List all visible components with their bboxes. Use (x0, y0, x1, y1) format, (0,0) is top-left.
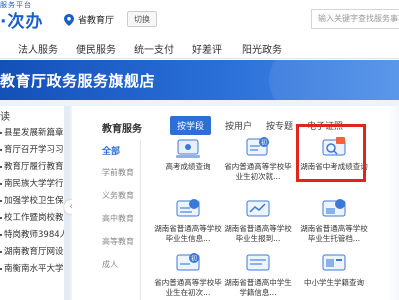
service-card-graduate-info[interactable]: 湖南省普通高等学校毕业生信息... (152, 198, 224, 248)
service-card-student-record[interactable]: 中小学生学籍查询 (298, 252, 370, 300)
location-selector[interactable]: 省教育厅 (64, 13, 114, 26)
nav-item-citizen[interactable]: 便民服务 (76, 41, 116, 56)
search-input[interactable]: 输入关键字查找服务事项 (311, 9, 399, 29)
location-pin-icon (64, 13, 74, 26)
news-item[interactable]: 南民族大学学行... (0, 177, 64, 189)
graduate-employment-icon: 初 (246, 137, 269, 156)
banner-title: 教育厅政务服务旗舰店 (0, 72, 156, 90)
service-card-highschool-record[interactable]: 湖南省普通高中学生学籍信息... (222, 252, 294, 300)
service-card-gaokao-score[interactable]: 高考成绩查询 (152, 136, 224, 186)
highlight-box (296, 124, 366, 182)
category-divider (140, 140, 141, 300)
news-heading: 读 (0, 112, 10, 123)
logo[interactable]: ·次办 (0, 7, 43, 32)
switch-location-button[interactable]: 切换 (127, 11, 157, 27)
category-adult[interactable]: 成人 (102, 259, 118, 270)
service-card-first-job[interactable]: 初 省内普通高等学校毕业生在初次... (152, 252, 224, 300)
banner-decoration (269, 60, 399, 100)
category-all[interactable]: 全部 (102, 144, 120, 157)
report-icon (246, 200, 270, 217)
category-higher-ed[interactable]: 高等教育 (102, 236, 134, 247)
service-card-archive[interactable]: 湖南省普通高等学校毕业生托管档... (298, 198, 370, 248)
nav-item-open-gov[interactable]: 阳光政务 (242, 41, 282, 56)
news-item[interactable]: 教育厅履行教育职... (0, 160, 64, 172)
right-edge (388, 106, 399, 300)
service-card-employment[interactable]: 初 省内普通高等学校毕业生初次就... (222, 136, 294, 186)
main-nav: 法人服务 便民服务 统一支付 好差评 阳光政务 (0, 37, 399, 59)
news-column: 读 县星发展新篇章! 育厅召开学习习... 教育厅履行教育职... 南民族大学学… (0, 106, 64, 300)
category-preschool[interactable]: 学前教育 (102, 167, 134, 178)
news-item[interactable]: 县星发展新篇章! (0, 126, 64, 138)
news-item[interactable]: 湖南教育厅网设... (0, 245, 64, 257)
category-highschool[interactable]: 高中教育 (102, 213, 134, 224)
graduate-info-icon (176, 199, 200, 217)
category-compulsory[interactable]: 义务教育 (102, 190, 134, 201)
service-card-report[interactable]: 湖南省普通高等学校毕业生报到... (222, 198, 294, 248)
tab-by-topic[interactable]: 按专题 (266, 119, 293, 132)
panel-title: 教育服务 (102, 124, 142, 135)
nav-item-legal[interactable]: 法人服务 (18, 41, 58, 56)
nav-item-rating[interactable]: 好差评 (192, 41, 222, 56)
news-item[interactable]: 南衡南水平大学... (0, 262, 64, 274)
news-item[interactable]: 特岗教师3984人 (0, 228, 64, 240)
svg-text:初: 初 (191, 255, 197, 263)
news-item[interactable]: 校工作暨岗校教育... (0, 211, 64, 223)
news-item[interactable]: 育厅召开学习习... (0, 143, 64, 155)
exam-score-icon (176, 139, 200, 158)
student-record-icon (322, 254, 346, 271)
top-header: 服务平台 ·次办 省教育厅 切换 输入关键字查找服务事项 (0, 0, 399, 36)
first-job-icon: 初 (176, 253, 200, 271)
tab-by-stage[interactable]: 按学段 (170, 116, 212, 135)
archive-icon (322, 199, 346, 217)
svg-text:初: 初 (261, 139, 267, 147)
banner: 教育厅政务服务旗舰店 (0, 60, 399, 100)
tab-by-user[interactable]: 按用户 (225, 119, 252, 132)
nav-item-payment[interactable]: 统一支付 (134, 41, 174, 56)
highschool-record-icon (246, 254, 270, 271)
location-text: 省教育厅 (78, 16, 115, 26)
news-item[interactable]: 加强学校卫生保... (0, 194, 64, 206)
